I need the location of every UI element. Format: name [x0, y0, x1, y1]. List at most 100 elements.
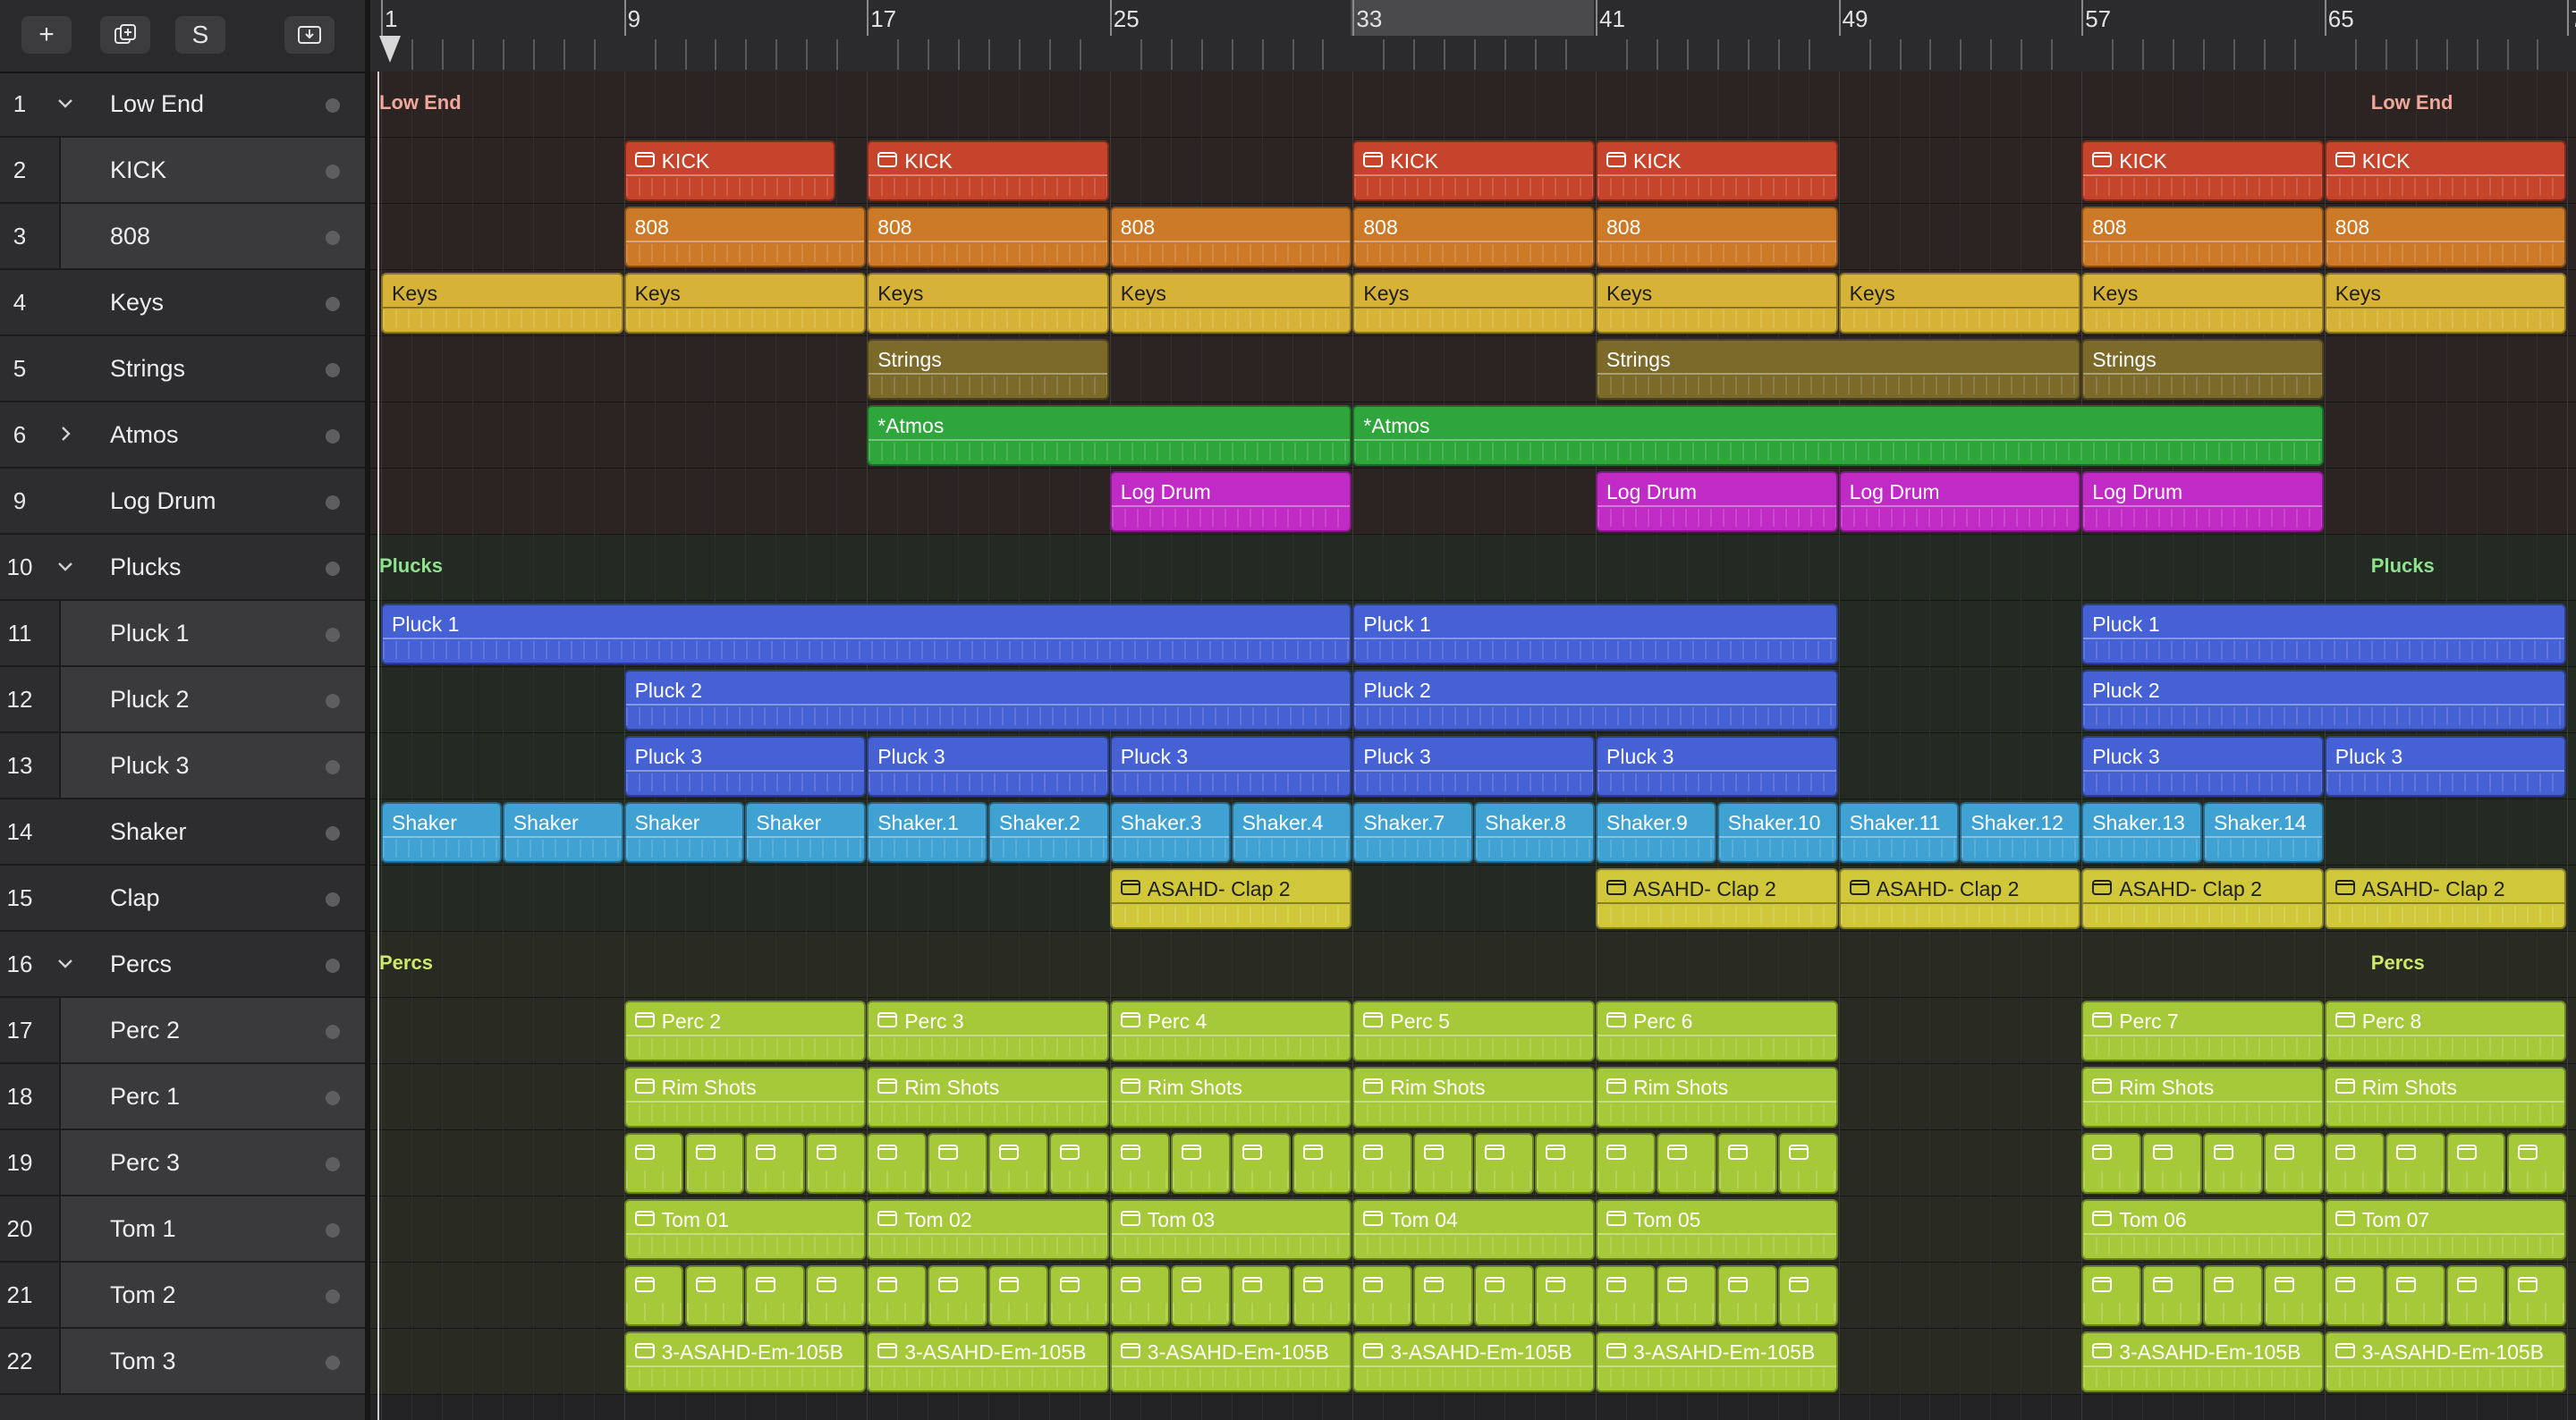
region[interactable]: Rim Shots — [2081, 1067, 2324, 1128]
region[interactable]: Pluck 1 — [381, 604, 1352, 664]
region-mini[interactable] — [2385, 1265, 2445, 1326]
region[interactable]: 808 — [1109, 207, 1352, 267]
region-mini[interactable] — [2081, 1133, 2142, 1194]
region-mini[interactable] — [988, 1265, 1048, 1326]
region-mini[interactable] — [1352, 1133, 1413, 1194]
record-enable-dot-icon[interactable] — [326, 959, 340, 973]
region[interactable]: Pluck 3 — [1352, 736, 1595, 797]
region[interactable]: Keys — [1596, 273, 1838, 334]
region-mini[interactable] — [2445, 1133, 2506, 1194]
region-mini[interactable] — [1656, 1133, 1716, 1194]
region-mini[interactable] — [1474, 1265, 1535, 1326]
region[interactable]: KICK — [2081, 140, 2324, 201]
record-enable-dot-icon[interactable] — [326, 760, 340, 774]
region-mini[interactable] — [867, 1265, 928, 1326]
region[interactable]: Pluck 3 — [1596, 736, 1838, 797]
record-enable-dot-icon[interactable] — [326, 562, 340, 576]
region[interactable]: Tom 06 — [2081, 1199, 2324, 1260]
region[interactable]: *Atmos — [1352, 405, 2324, 466]
record-enable-dot-icon[interactable] — [326, 694, 340, 708]
region[interactable]: Strings — [1596, 339, 2081, 400]
region[interactable]: Strings — [2081, 339, 2324, 400]
region[interactable]: Rim Shots — [623, 1067, 867, 1128]
region[interactable]: Pluck 2 — [1352, 670, 1838, 731]
region-mini[interactable] — [745, 1133, 806, 1194]
region[interactable]: Pluck 2 — [2081, 670, 2567, 731]
playhead-icon[interactable] — [379, 36, 401, 63]
region[interactable]: Rim Shots — [1352, 1067, 1595, 1128]
track-row[interactable]: 11 Pluck 1 — [0, 601, 365, 667]
region[interactable]: Shaker.13 — [2081, 802, 2202, 863]
region-mini[interactable] — [1777, 1133, 1838, 1194]
region[interactable]: Tom 04 — [1352, 1199, 1595, 1260]
region[interactable]: KICK — [1352, 140, 1595, 201]
region[interactable]: Tom 01 — [623, 1199, 867, 1260]
region[interactable]: Shaker.3 — [1109, 802, 1231, 863]
region[interactable]: Tom 02 — [867, 1199, 1109, 1260]
region-mini[interactable] — [928, 1265, 987, 1326]
region[interactable]: Perc 2 — [623, 1001, 867, 1061]
region[interactable]: ASAHD- Clap 2 — [1596, 868, 1838, 929]
region-mini[interactable] — [1413, 1133, 1474, 1194]
region[interactable]: Pluck 3 — [2324, 736, 2567, 797]
region-mini[interactable] — [684, 1265, 745, 1326]
region[interactable]: Keys — [2324, 273, 2567, 334]
region-mini[interactable] — [1109, 1133, 1170, 1194]
region-mini[interactable] — [1535, 1133, 1595, 1194]
track-row[interactable]: 16 Percs — [0, 932, 365, 998]
region[interactable]: Shaker.4 — [1231, 802, 1352, 863]
record-enable-dot-icon[interactable] — [326, 1223, 340, 1238]
region[interactable]: Shaker.1 — [867, 802, 987, 863]
region-mini[interactable] — [1716, 1265, 1777, 1326]
record-enable-dot-icon[interactable] — [326, 165, 340, 179]
region[interactable]: Perc 7 — [2081, 1001, 2324, 1061]
import-button[interactable] — [284, 16, 335, 54]
region[interactable]: 3-ASAHD-Em-105B — [1352, 1331, 1595, 1392]
record-enable-dot-icon[interactable] — [326, 297, 340, 311]
region-mini[interactable] — [623, 1265, 684, 1326]
region[interactable]: Pluck 3 — [1109, 736, 1352, 797]
region-mini[interactable] — [2385, 1133, 2445, 1194]
region-mini[interactable] — [1170, 1265, 1231, 1326]
region-mini[interactable] — [2445, 1265, 2506, 1326]
region[interactable]: Tom 05 — [1596, 1199, 1838, 1260]
tracks-area[interactable]: Low End Low End Plucks Plucks Percs Percs KIC… — [370, 72, 2576, 1420]
region-mini[interactable] — [2203, 1133, 2263, 1194]
region[interactable]: ASAHD- Clap 2 — [2324, 868, 2567, 929]
region[interactable]: Tom 03 — [1109, 1199, 1352, 1260]
track-row[interactable]: 10 Plucks — [0, 535, 365, 601]
region[interactable]: 3-ASAHD-Em-105B — [2081, 1331, 2324, 1392]
region-mini[interactable] — [2263, 1133, 2324, 1194]
record-enable-dot-icon[interactable] — [326, 826, 340, 841]
region[interactable]: Shaker.8 — [1474, 802, 1595, 863]
region[interactable]: 808 — [1352, 207, 1595, 267]
region-mini[interactable] — [1716, 1133, 1777, 1194]
region-mini[interactable] — [867, 1133, 928, 1194]
record-enable-dot-icon[interactable] — [326, 1289, 340, 1304]
record-enable-dot-icon[interactable] — [326, 363, 340, 377]
region-mini[interactable] — [806, 1133, 867, 1194]
region[interactable]: 3-ASAHD-Em-105B — [1109, 1331, 1352, 1392]
region-mini[interactable] — [1656, 1265, 1716, 1326]
region[interactable]: Shaker.12 — [1960, 802, 2081, 863]
region[interactable]: Log Drum — [1596, 471, 1838, 532]
region[interactable]: Perc 3 — [867, 1001, 1109, 1061]
region-mini[interactable] — [1535, 1265, 1595, 1326]
track-row[interactable]: 14 Shaker — [0, 799, 365, 866]
region[interactable]: Pluck 1 — [2081, 604, 2567, 664]
region[interactable]: Shaker.9 — [1596, 802, 1716, 863]
track-row[interactable]: 6 Atmos — [0, 402, 365, 469]
track-row[interactable]: 18 Perc 1 — [0, 1064, 365, 1130]
record-enable-dot-icon[interactable] — [326, 1025, 340, 1039]
region[interactable]: Keys — [381, 273, 623, 334]
region[interactable]: Log Drum — [1109, 471, 1352, 532]
track-row[interactable]: 17 Perc 2 — [0, 998, 365, 1064]
duplicate-track-button[interactable] — [100, 16, 150, 54]
region-mini[interactable] — [2263, 1265, 2324, 1326]
region[interactable]: 808 — [2081, 207, 2324, 267]
region-mini[interactable] — [1596, 1265, 1656, 1326]
region-mini[interactable] — [1292, 1133, 1352, 1194]
track-row[interactable]: 21 Tom 2 — [0, 1263, 365, 1329]
region[interactable]: Shaker.2 — [988, 802, 1109, 863]
region-mini[interactable] — [2324, 1265, 2385, 1326]
